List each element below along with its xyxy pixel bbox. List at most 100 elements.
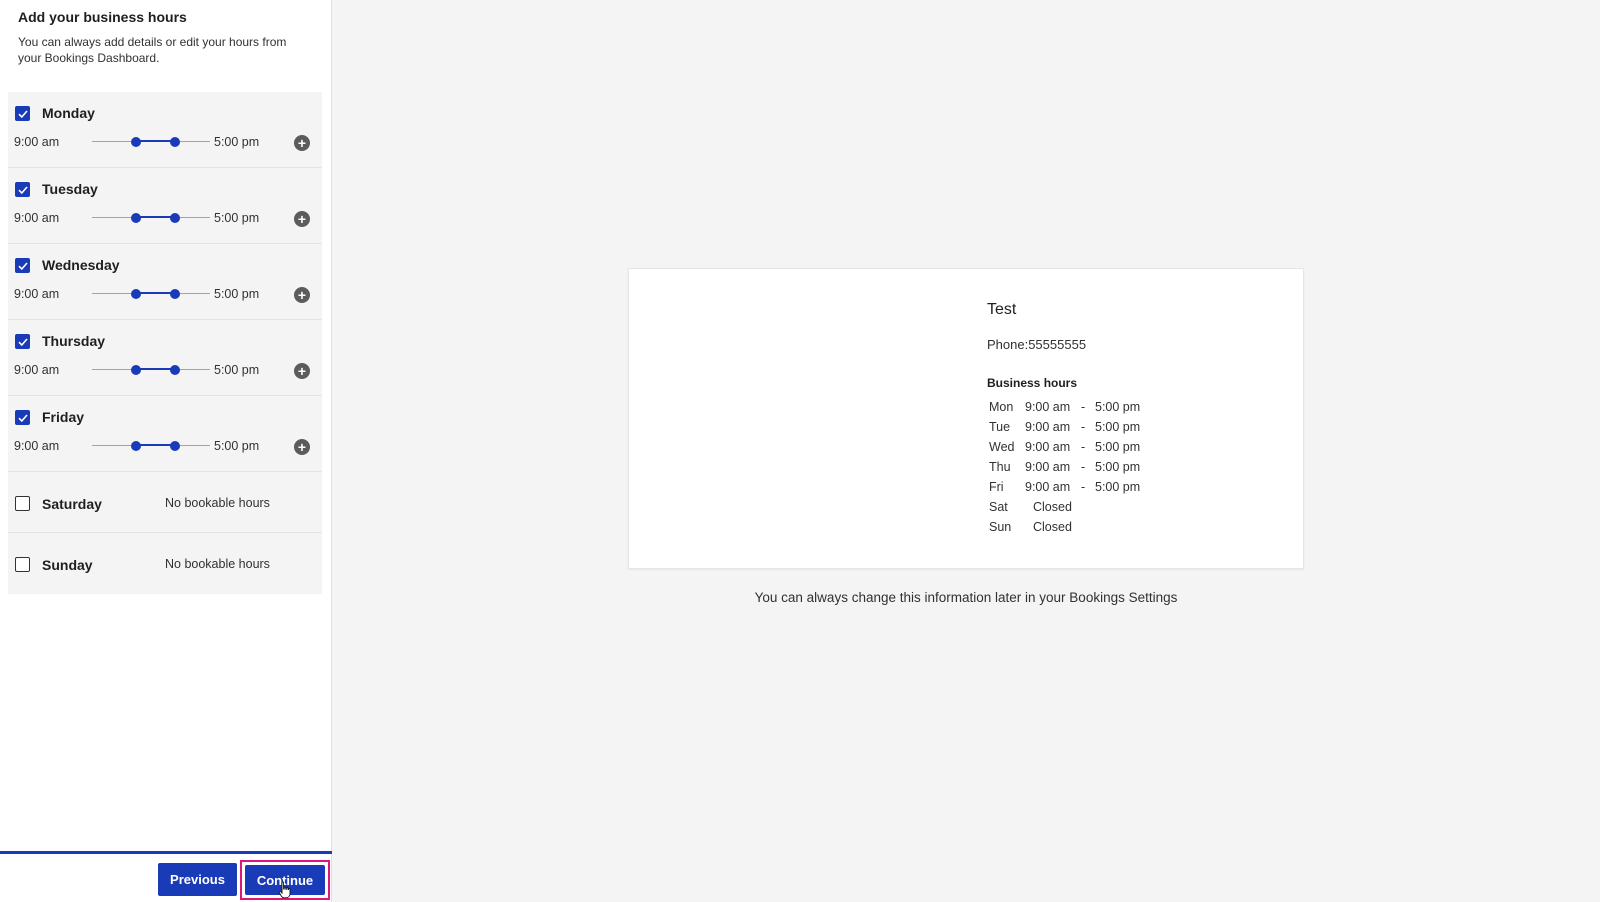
hours-row: Fri 9:00 am - 5:00 pm xyxy=(987,480,1187,500)
hours-close: 5:00 pm xyxy=(1095,420,1141,434)
hours-slider-wednesday[interactable] xyxy=(92,287,210,301)
plus-circle-icon[interactable]: + xyxy=(294,135,310,151)
hours-row: Tue 9:00 am - 5:00 pm xyxy=(987,420,1187,440)
end-time[interactable]: 5:00 pm xyxy=(214,363,259,377)
hours-open: 9:00 am xyxy=(1025,440,1071,454)
day-name: Saturday xyxy=(42,496,102,512)
day-name: Monday xyxy=(42,105,95,121)
slider-thumb-start[interactable] xyxy=(130,213,141,223)
day-row-thursday: Thursday 9:00 am 5:00 pm + xyxy=(8,320,322,396)
hours-close: 5:00 pm xyxy=(1095,440,1141,454)
business-phone: Phone:55555555 xyxy=(987,337,1087,352)
hours-day: Tue xyxy=(989,420,1011,434)
slider-thumb-end[interactable] xyxy=(169,137,180,147)
hours-day: Sun xyxy=(989,520,1012,534)
hours-day: Sat xyxy=(989,500,1008,514)
check-icon xyxy=(18,186,28,195)
slider-thumb-start[interactable] xyxy=(130,441,141,451)
business-name: Test xyxy=(987,301,1017,318)
hours-row: Wed 9:00 am - 5:00 pm xyxy=(987,440,1187,460)
day-checkbox-saturday[interactable] xyxy=(15,496,30,511)
plus-circle-icon[interactable]: + xyxy=(294,287,310,303)
hours-slider-thursday[interactable] xyxy=(92,363,210,377)
preview-note: You can always change this information l… xyxy=(754,590,1178,605)
hours-slider-monday[interactable] xyxy=(92,135,210,149)
slider-thumb-end[interactable] xyxy=(169,365,180,375)
check-icon xyxy=(18,110,28,119)
panel-subtitle: You can always add details or edit your … xyxy=(18,35,287,65)
hours-slider-tuesday[interactable] xyxy=(92,211,210,225)
slider-thumb-start[interactable] xyxy=(130,289,141,299)
check-icon xyxy=(18,262,28,271)
slider-range xyxy=(135,444,175,446)
hours-row: Thu 9:00 am - 5:00 pm xyxy=(987,460,1187,480)
day-checkbox-friday[interactable] xyxy=(15,410,30,425)
plus-circle-icon[interactable]: + xyxy=(294,439,310,455)
day-checkbox-tuesday[interactable] xyxy=(15,182,30,197)
slider-range xyxy=(135,216,175,218)
end-time[interactable]: 5:00 pm xyxy=(214,287,259,301)
hours-dash: - xyxy=(1081,440,1086,454)
day-name: Tuesday xyxy=(42,181,98,197)
hours-day: Thu xyxy=(989,460,1011,474)
day-status: No bookable hours xyxy=(165,496,270,510)
slider-thumb-end[interactable] xyxy=(169,213,180,223)
hours-row: Mon 9:00 am - 5:00 pm xyxy=(987,400,1187,420)
check-icon xyxy=(18,338,28,347)
end-time[interactable]: 5:00 pm xyxy=(214,211,259,225)
day-checkbox-wednesday[interactable] xyxy=(15,258,30,273)
previous-button[interactable]: Previous xyxy=(158,863,237,896)
slider-thumb-end[interactable] xyxy=(169,441,180,451)
hours-open: 9:00 am xyxy=(1025,400,1071,414)
hours-close: 5:00 pm xyxy=(1095,460,1141,474)
day-checkbox-sunday[interactable] xyxy=(15,557,30,572)
hours-row: Sat Closed xyxy=(987,500,1187,520)
day-list: Monday 9:00 am 5:00 pm + Tuesday 9:00 am xyxy=(8,92,322,594)
day-status: No bookable hours xyxy=(165,557,270,571)
end-time[interactable]: 5:00 pm xyxy=(214,135,259,149)
hours-open: 9:00 am xyxy=(1025,460,1071,474)
hours-open: 9:00 am xyxy=(1025,420,1071,434)
day-name: Sunday xyxy=(42,557,93,573)
slider-range xyxy=(135,292,175,294)
day-checkbox-monday[interactable] xyxy=(15,106,30,121)
day-checkbox-thursday[interactable] xyxy=(15,334,30,349)
day-name: Wednesday xyxy=(42,257,120,273)
start-time[interactable]: 9:00 am xyxy=(14,363,59,377)
hours-dash: - xyxy=(1081,400,1086,414)
hours-closed: Closed xyxy=(1033,500,1072,514)
day-row-sunday: Sunday No bookable hours xyxy=(8,533,322,594)
hours-close: 5:00 pm xyxy=(1095,400,1141,414)
hours-dash: - xyxy=(1081,480,1086,494)
day-row-saturday: Saturday No bookable hours xyxy=(8,472,322,533)
slider-thumb-start[interactable] xyxy=(130,365,141,375)
footer-divider xyxy=(0,851,332,854)
slider-thumb-start[interactable] xyxy=(130,137,141,147)
plus-circle-icon[interactable]: + xyxy=(294,211,310,227)
hours-row: Sun Closed xyxy=(987,520,1187,540)
hours-heading: Business hours xyxy=(987,376,1078,390)
hours-slider-friday[interactable] xyxy=(92,439,210,453)
start-time[interactable]: 9:00 am xyxy=(14,135,59,149)
check-icon xyxy=(18,414,28,423)
hours-summary: Mon 9:00 am - 5:00 pm Tue 9:00 am - 5:00… xyxy=(987,400,1187,540)
hours-open: 9:00 am xyxy=(1025,480,1071,494)
panel-title: Add your business hours xyxy=(18,9,187,25)
day-row-tuesday: Tuesday 9:00 am 5:00 pm + xyxy=(8,168,322,244)
slider-range xyxy=(135,368,175,370)
day-row-monday: Monday 9:00 am 5:00 pm + xyxy=(8,92,322,168)
slider-thumb-end[interactable] xyxy=(169,289,180,299)
plus-circle-icon[interactable]: + xyxy=(294,363,310,379)
setup-panel: Add your business hours You can always a… xyxy=(0,0,332,902)
hours-day: Fri xyxy=(989,480,1004,494)
start-time[interactable]: 9:00 am xyxy=(14,211,59,225)
day-row-friday: Friday 9:00 am 5:00 pm + xyxy=(8,396,322,472)
start-time[interactable]: 9:00 am xyxy=(14,439,59,453)
start-time[interactable]: 9:00 am xyxy=(14,287,59,301)
hours-day: Mon xyxy=(989,400,1014,414)
day-name: Thursday xyxy=(42,333,106,349)
hours-closed: Closed xyxy=(1033,520,1072,534)
day-name: Friday xyxy=(42,409,85,425)
hours-close: 5:00 pm xyxy=(1095,480,1141,494)
end-time[interactable]: 5:00 pm xyxy=(214,439,259,453)
